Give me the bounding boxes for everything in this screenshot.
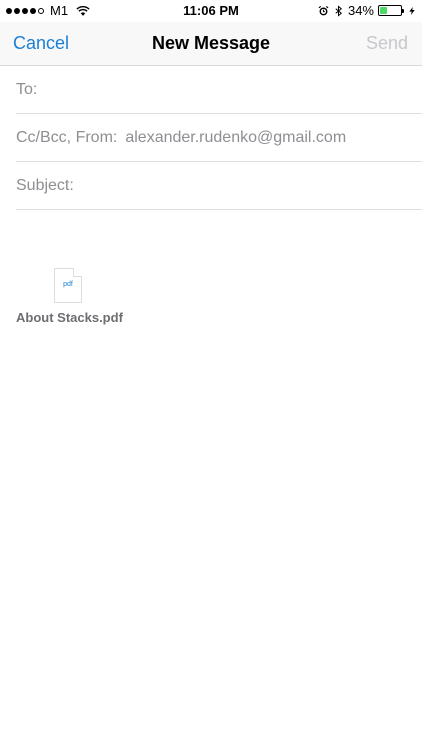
- battery-percentage: 34%: [347, 3, 374, 18]
- attachment-filename: About Stacks.pdf: [16, 310, 123, 325]
- cc-bcc-from-label: Cc/Bcc, From:: [16, 128, 118, 146]
- battery-icon: [378, 5, 404, 16]
- to-label: To:: [16, 80, 38, 98]
- pdf-file-icon: pdf: [54, 268, 82, 303]
- battery-level: [380, 7, 387, 14]
- from-address[interactable]: alexander.rudenko@gmail.com: [125, 129, 346, 147]
- status-right: 34%: [318, 3, 416, 18]
- navigation-bar: Cancel New Message Send: [0, 22, 422, 66]
- bluetooth-icon: [335, 4, 343, 17]
- send-button[interactable]: Send: [366, 33, 408, 54]
- to-input[interactable]: [37, 66, 422, 113]
- subject-label: Subject:: [16, 176, 74, 194]
- status-bar: M1 11:06 PM 34%: [0, 0, 422, 22]
- cc-bcc-from-field[interactable]: Cc/Bcc, From: alexander.rudenko@gmail.co…: [16, 114, 422, 162]
- page-title: New Message: [151, 33, 271, 53]
- charging-bolt-icon: [409, 6, 415, 15]
- to-field[interactable]: To:: [16, 66, 422, 114]
- subject-input[interactable]: [73, 162, 422, 209]
- alarm-icon: [318, 5, 329, 15]
- attachment[interactable]: pdf About Stacks.pdf: [16, 268, 126, 325]
- file-type-label: pdf: [63, 281, 73, 288]
- subject-field[interactable]: Subject:: [16, 162, 422, 210]
